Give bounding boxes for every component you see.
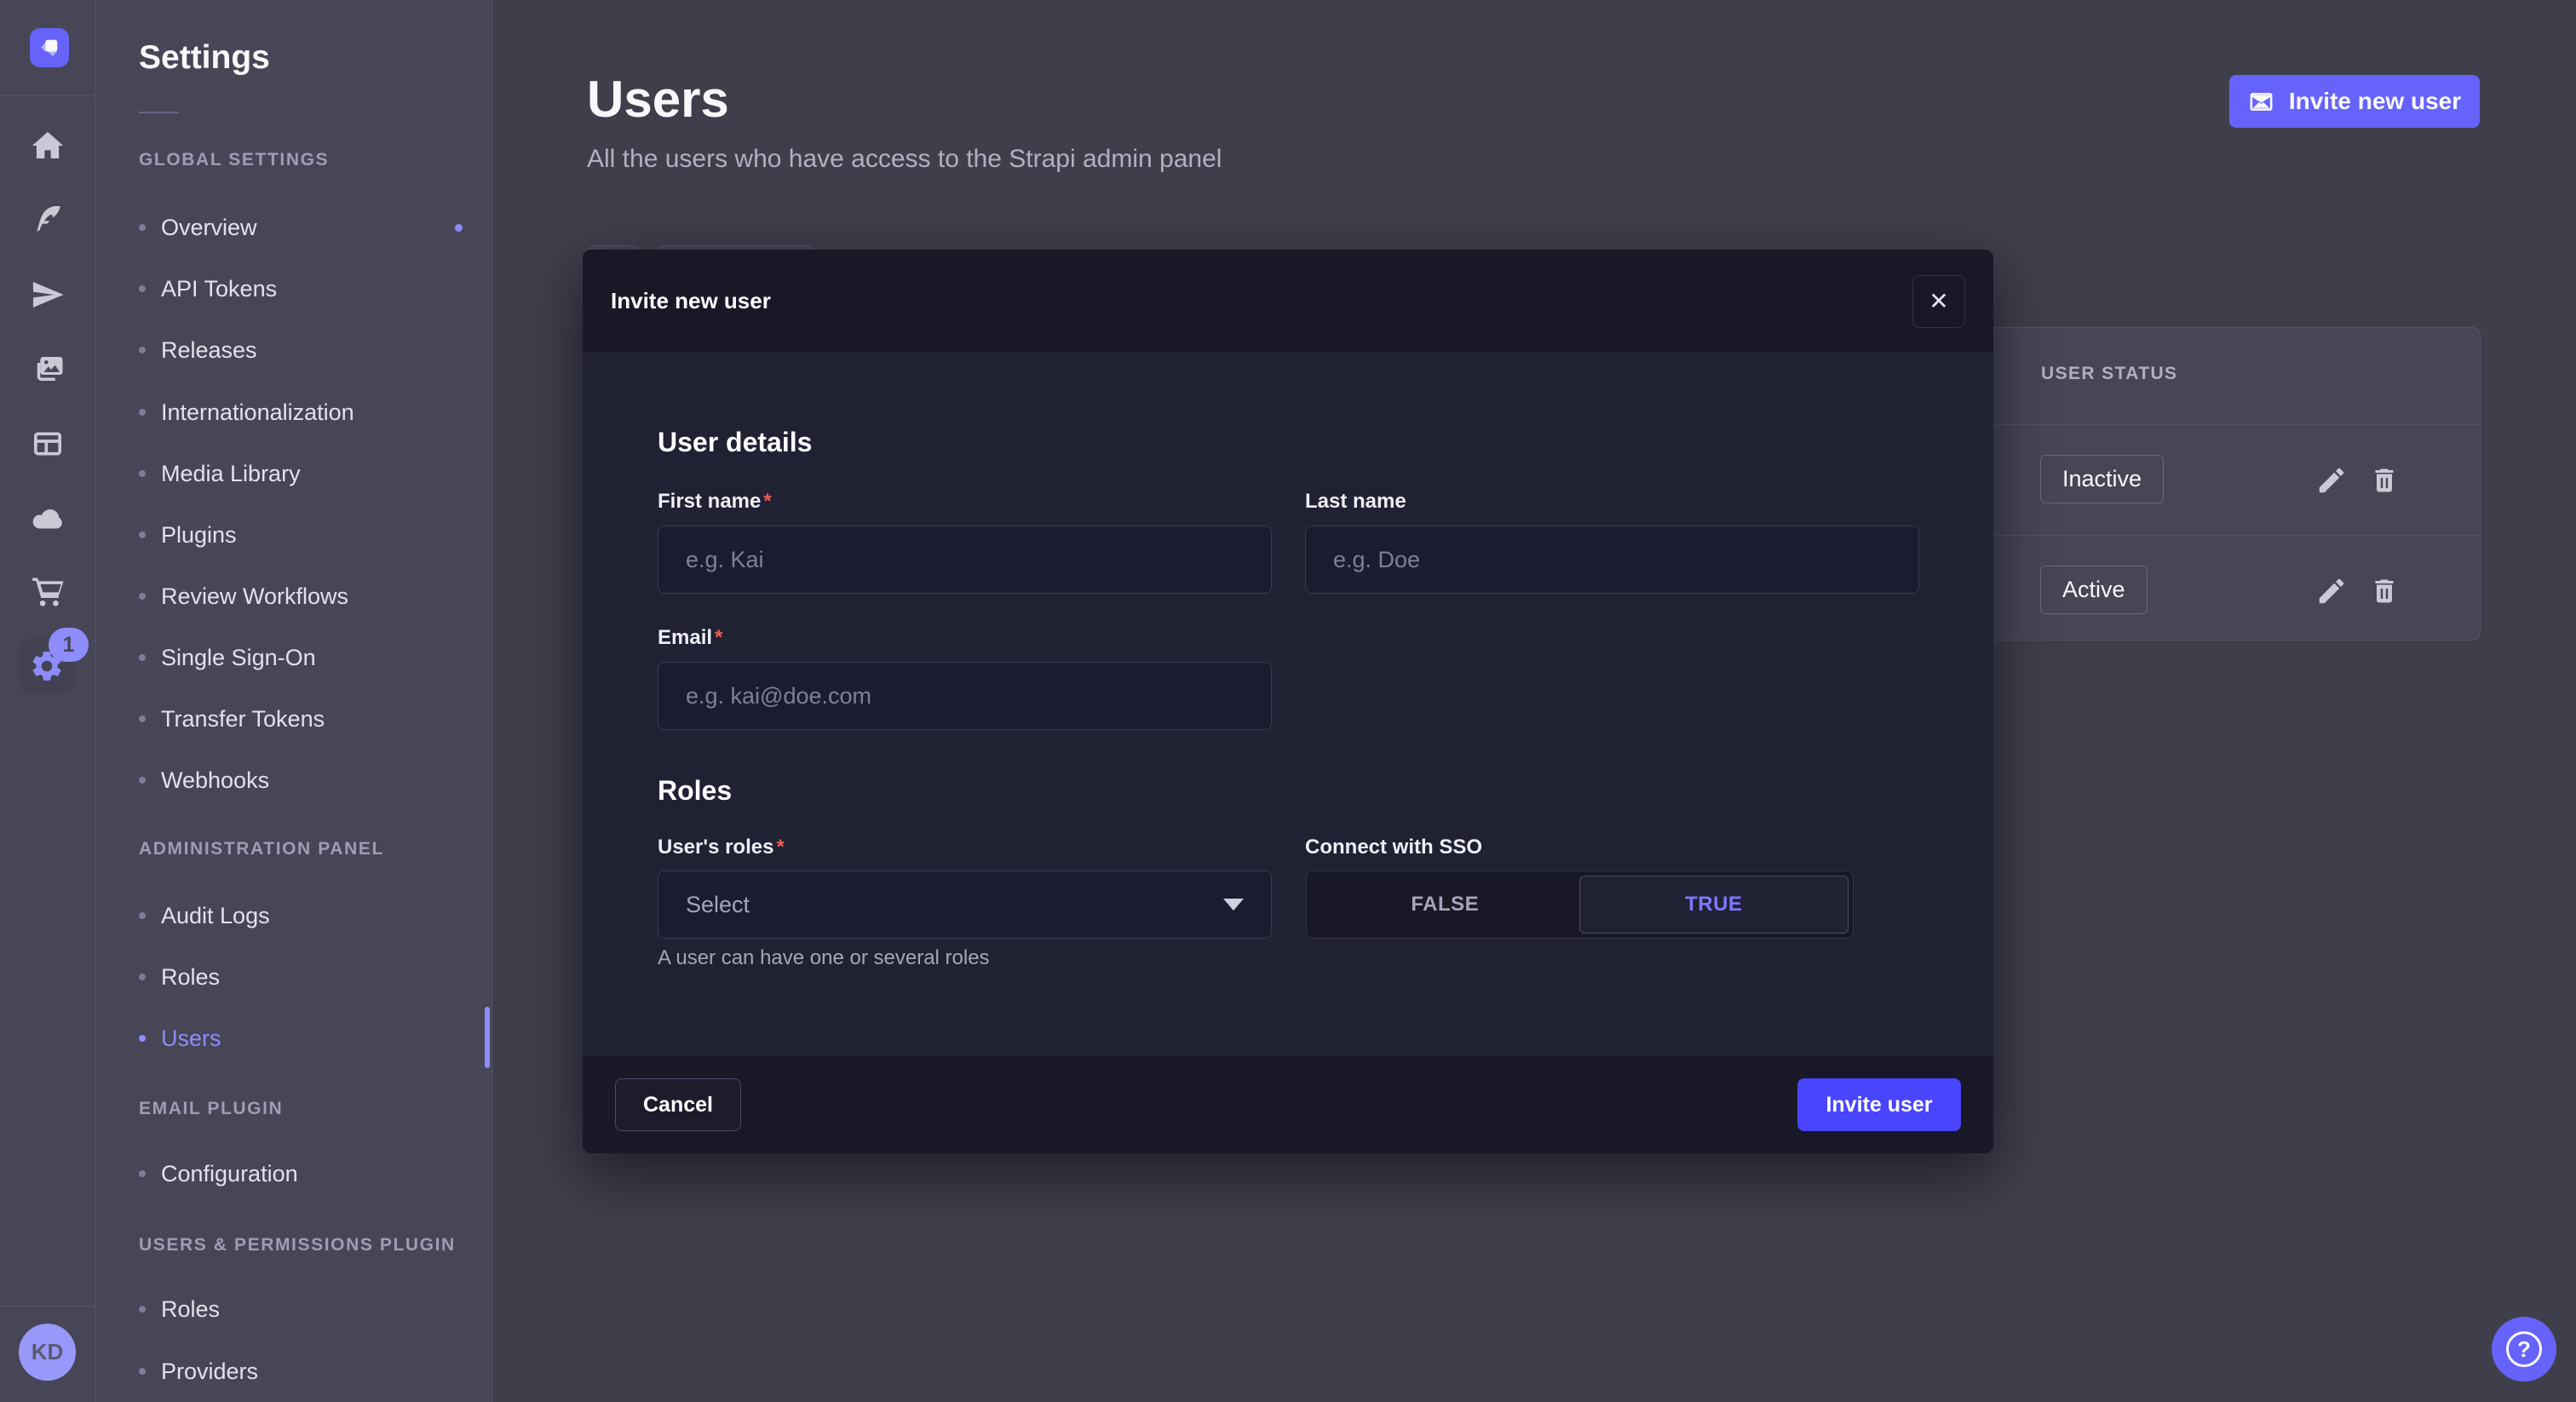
required-asterisk: * bbox=[715, 626, 722, 649]
last-name-label: Last name bbox=[1305, 490, 1406, 514]
sso-toggle: FALSE TRUE bbox=[1306, 871, 1854, 939]
sso-toggle-false[interactable]: FALSE bbox=[1311, 876, 1579, 934]
required-asterisk: * bbox=[776, 836, 784, 859]
select-value: Select bbox=[686, 892, 1223, 918]
close-icon: ✕ bbox=[1929, 287, 1948, 315]
roles-helper-text: A user can have one or several roles bbox=[658, 946, 990, 970]
modal-header: Invite new user ✕ bbox=[583, 250, 1993, 353]
roles-heading: Roles bbox=[658, 775, 732, 807]
sso-toggle-true[interactable]: TRUE bbox=[1579, 876, 1849, 934]
user-details-heading: User details bbox=[658, 427, 812, 458]
invite-user-submit-button[interactable]: Invite user bbox=[1797, 1078, 1961, 1131]
email-label: Email* bbox=[658, 626, 722, 650]
first-name-label: First name* bbox=[658, 490, 772, 514]
cancel-button[interactable]: Cancel bbox=[615, 1078, 741, 1131]
required-asterisk: * bbox=[763, 490, 771, 513]
connect-sso-label: Connect with SSO bbox=[1305, 836, 1482, 859]
close-modal-button[interactable]: ✕ bbox=[1912, 275, 1965, 328]
first-name-field[interactable] bbox=[658, 526, 1272, 594]
chevron-down-icon bbox=[1223, 899, 1244, 911]
email-field[interactable] bbox=[658, 662, 1272, 730]
invite-user-modal: Invite new user ✕ User details First nam… bbox=[583, 250, 1993, 1153]
modal-footer: Cancel Invite user bbox=[583, 1055, 1993, 1153]
users-roles-label: User's roles* bbox=[658, 836, 785, 859]
last-name-field[interactable] bbox=[1305, 526, 1919, 594]
modal-title: Invite new user bbox=[611, 288, 771, 314]
users-roles-select[interactable]: Select bbox=[658, 871, 1272, 939]
